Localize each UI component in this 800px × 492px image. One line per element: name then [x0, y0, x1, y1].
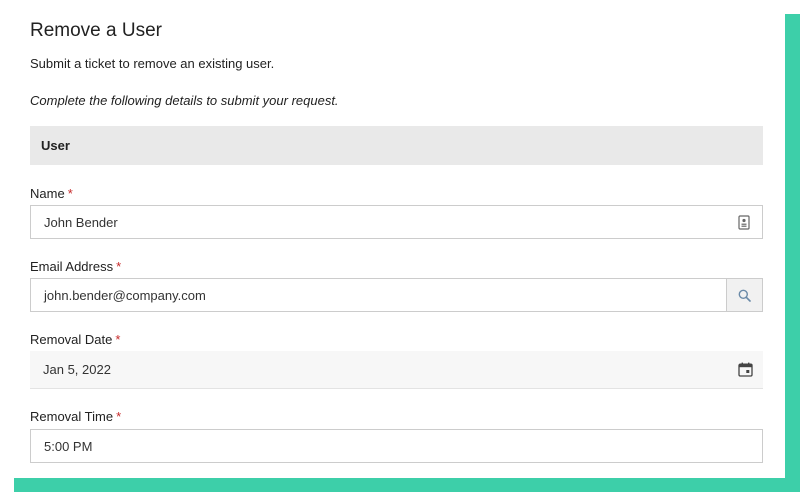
removal-date-label: Removal Date * [30, 332, 120, 347]
name-value: John Bender [44, 214, 118, 230]
removal-date-field[interactable]: Jan 5, 2022 [30, 351, 763, 389]
app-frame: Remove a User Submit a ticket to remove … [0, 0, 800, 492]
accent-border-right [785, 14, 800, 492]
name-label: Name * [30, 186, 73, 201]
required-marker: * [116, 259, 122, 274]
removal-time-field[interactable]: 5:00 PM [30, 429, 763, 463]
required-marker: * [115, 332, 121, 347]
form-instructions: Complete the following details to submit… [30, 93, 339, 108]
email-label-text: Email Address [30, 259, 114, 274]
removal-date-label-text: Removal Date [30, 332, 113, 347]
removal-time-label: Removal Time * [30, 409, 121, 424]
removal-time-label-text: Removal Time [30, 409, 114, 424]
required-marker: * [67, 186, 73, 201]
form-title: Remove a User [30, 20, 162, 41]
section-header-user: User [30, 126, 763, 165]
email-value: john.bender@company.com [44, 287, 206, 303]
accent-border-bottom [14, 478, 800, 492]
required-marker: * [116, 409, 122, 424]
search-icon[interactable] [726, 279, 762, 311]
email-label: Email Address * [30, 259, 121, 274]
name-label-text: Name [30, 186, 65, 201]
remove-user-form: Remove a User Submit a ticket to remove … [0, 0, 785, 478]
removal-date-value: Jan 5, 2022 [43, 362, 111, 377]
email-field[interactable]: john.bender@company.com [30, 278, 763, 312]
removal-time-value: 5:00 PM [44, 438, 93, 454]
contact-card-icon[interactable] [726, 206, 762, 238]
form-subtitle: Submit a ticket to remove an existing us… [30, 56, 275, 71]
calendar-icon[interactable] [727, 351, 763, 388]
name-field[interactable]: John Bender [30, 205, 763, 239]
